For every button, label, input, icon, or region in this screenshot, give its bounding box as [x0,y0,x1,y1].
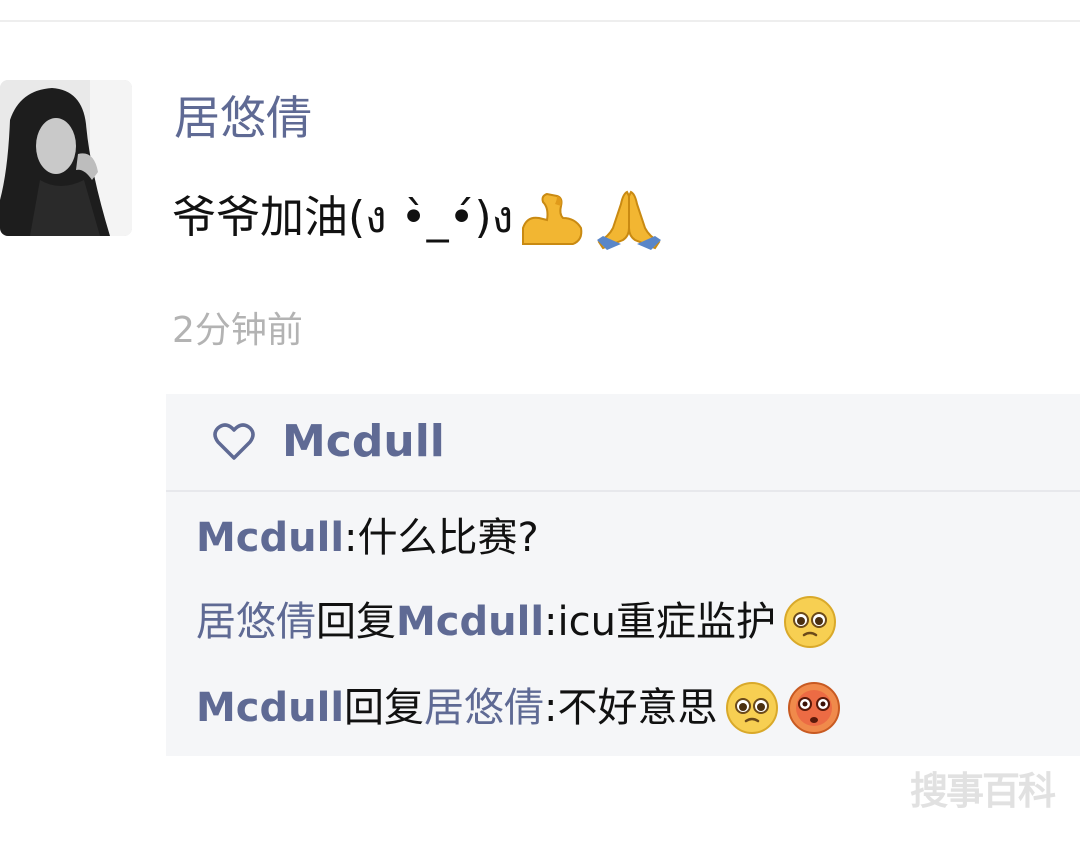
post-text: 爷爷加油(ง •̀_•́)ง [172,192,514,243]
comment-text: icu重症监护 [557,599,776,645]
comment-section: Mcdull Mcdull : 什么比赛? 居悠倩 回复 Mcdull : ic… [166,394,1080,756]
pleading-face-icon [784,596,836,648]
flexed-biceps-icon [513,186,589,250]
comment-author[interactable]: Mcdull [196,508,344,568]
like-row: Mcdull [166,394,1080,490]
reply-word: 回复 [316,599,396,645]
reply-target[interactable]: Mcdull [396,592,544,652]
comment-separator: : [344,515,358,561]
reply-target[interactable]: 居悠倩 [424,678,544,738]
post-content: 爷爷加油(ง •̀_•́)ง [172,186,665,250]
folded-hands-icon [589,186,665,250]
comment-text: 不好意思 [557,685,718,731]
flushed-face-icon [787,682,840,734]
comment-separator: : [544,599,558,645]
comment-author[interactable]: Mcdull [196,678,344,738]
post-timestamp: 2分钟前 [172,310,303,351]
pleading-face-icon [725,682,778,734]
comment-text: 什么比赛? [357,515,539,561]
comment-item[interactable]: Mcdull : 什么比赛? [196,508,539,568]
comment-item[interactable]: 居悠倩 回复 Mcdull : icu重症监护 [196,592,838,652]
avatar[interactable] [0,80,132,236]
reply-word: 回复 [344,685,425,731]
post-author-name[interactable]: 居悠倩 [174,88,312,148]
comment-item[interactable]: Mcdull 回复 居悠倩 : 不好意思 [196,678,842,738]
comment-author[interactable]: 居悠倩 [196,592,316,652]
comment-divider [166,490,1080,492]
heart-outline-icon[interactable] [210,418,258,466]
like-user-name[interactable]: Mcdull [282,412,445,472]
top-divider [0,20,1080,22]
watermark: 搜事百科 [910,769,1056,813]
comment-separator: : [544,685,558,731]
